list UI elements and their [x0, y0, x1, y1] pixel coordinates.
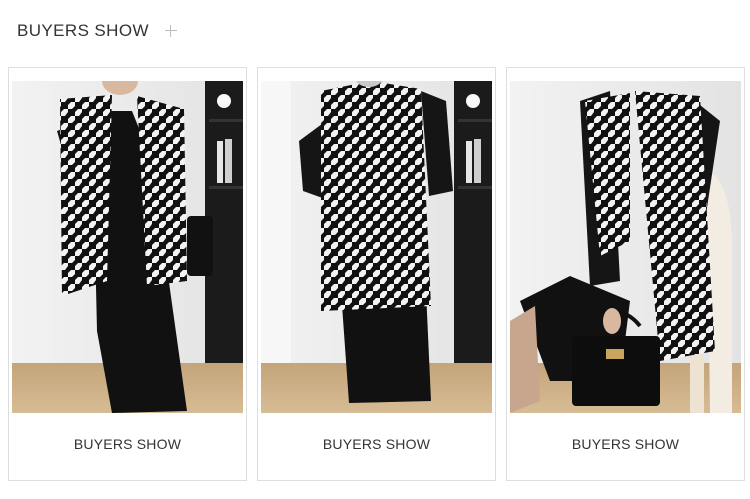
buyer-show-card-2[interactable]: BUYERS SHOW: [257, 67, 496, 481]
buyer-show-caption-2: BUYERS SHOW: [322, 436, 431, 452]
section-title: BUYERS SHOW: [17, 21, 149, 40]
section-header: BUYERS SHOW: [17, 18, 177, 44]
buyer-show-photo-1[interactable]: [12, 81, 243, 413]
buyer-show-caption-3: BUYERS SHOW: [571, 436, 680, 452]
plus-icon[interactable]: [164, 25, 177, 37]
buyer-show-photo-2[interactable]: [261, 81, 492, 413]
buyer-show-photo-3[interactable]: [510, 81, 741, 413]
buyer-show-card-3[interactable]: BUYERS SHOW: [506, 67, 745, 481]
buyer-show-card-1[interactable]: BUYERS SHOW: [8, 67, 247, 481]
buyer-show-caption-1: BUYERS SHOW: [73, 436, 182, 452]
